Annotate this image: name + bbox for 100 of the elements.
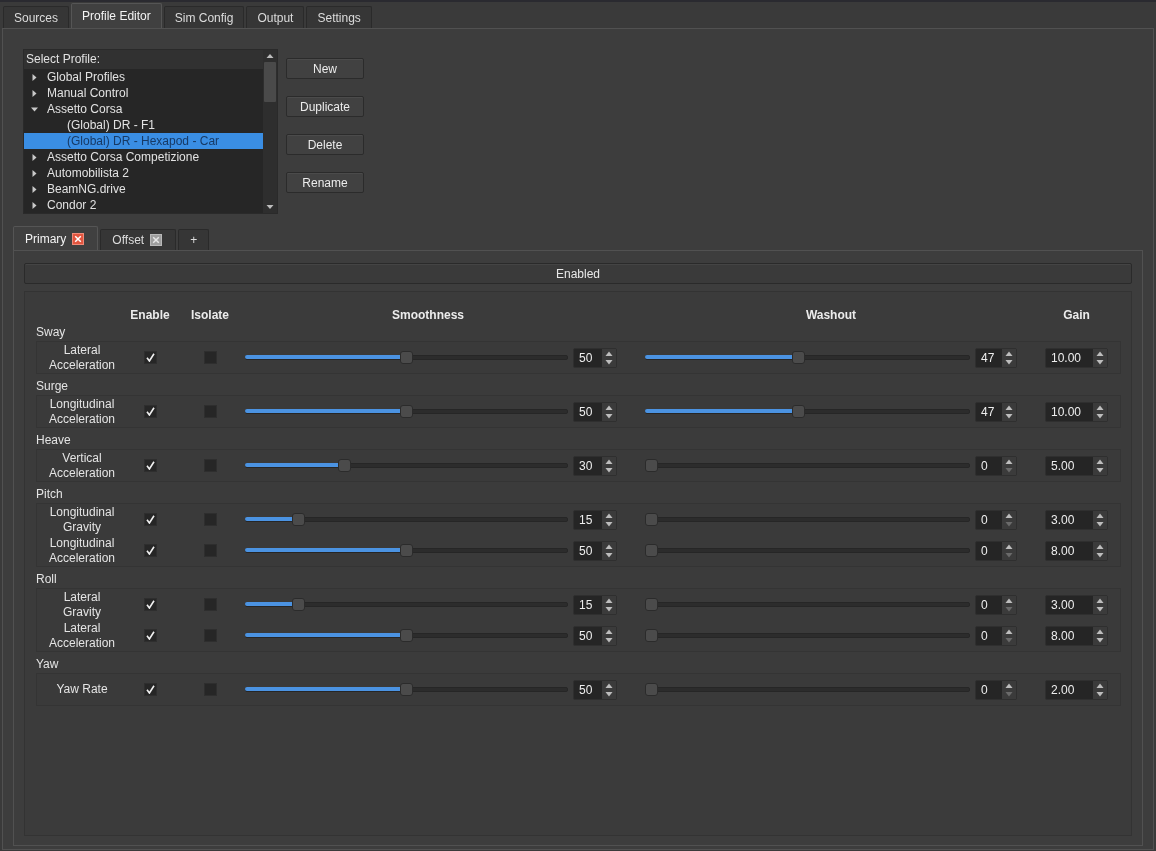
slider-handle[interactable]	[400, 544, 413, 557]
enable-checkbox[interactable]	[143, 598, 157, 611]
slider-track[interactable]	[245, 351, 568, 364]
tab[interactable]: Sim Config	[163, 6, 245, 28]
slider-handle[interactable]	[400, 351, 413, 364]
row-label: Lateral Acceleration	[47, 620, 116, 651]
spin-box[interactable]: 8.00	[1045, 540, 1108, 561]
new-button[interactable]: New	[286, 58, 364, 79]
tree-item[interactable]: Automobilista 2	[24, 165, 263, 181]
caret-right-icon[interactable]	[31, 169, 38, 177]
checkmark-icon	[145, 685, 155, 694]
tree-item[interactable]: BeamNG.drive	[24, 181, 263, 197]
slider-track[interactable]	[645, 351, 970, 364]
delete-button[interactable]: Delete	[286, 134, 364, 155]
caret-right-icon[interactable]	[31, 201, 38, 209]
spin-box[interactable]: 2.00	[1045, 679, 1108, 700]
caret-right-icon[interactable]	[31, 89, 38, 97]
caret-right-icon[interactable]	[31, 185, 38, 193]
tab[interactable]: Sources	[3, 6, 70, 28]
tree-item[interactable]: Global Profiles	[24, 69, 263, 85]
slider-handle[interactable]	[400, 405, 413, 418]
tree-item[interactable]: Condor 2	[24, 197, 263, 213]
enable-checkbox[interactable]	[143, 351, 157, 364]
slider-track[interactable]	[645, 513, 970, 526]
enable-checkbox[interactable]	[143, 544, 157, 557]
slider-handle[interactable]	[645, 544, 658, 557]
slider-handle[interactable]	[645, 629, 658, 642]
tab[interactable]: Profile Editor	[71, 3, 162, 28]
spin-box[interactable]: 3.00	[1045, 509, 1108, 530]
slider-track[interactable]	[645, 459, 970, 472]
slider-track[interactable]	[645, 544, 970, 557]
slider-track[interactable]	[245, 513, 568, 526]
slider-handle[interactable]	[400, 683, 413, 696]
spin-box[interactable]: 3.00	[1045, 594, 1108, 615]
spin-box[interactable]: 50	[573, 679, 617, 700]
spin-box[interactable]: 5.00	[1045, 455, 1108, 476]
tree-item[interactable]: Assetto Corsa Competizione	[24, 149, 263, 165]
spin-box[interactable]: 0	[975, 455, 1017, 476]
spin-box[interactable]: 0	[975, 509, 1017, 530]
spin-box[interactable]: 30	[573, 455, 617, 476]
spin-box[interactable]: 0	[975, 625, 1017, 646]
spin-box[interactable]: 50	[573, 625, 617, 646]
enable-checkbox[interactable]	[143, 459, 157, 472]
tab[interactable]: Settings	[306, 6, 372, 28]
slider-track[interactable]	[645, 629, 970, 642]
slider-handle[interactable]	[791, 351, 805, 364]
slider-track[interactable]	[245, 598, 568, 611]
spin-box[interactable]: 15	[573, 509, 617, 530]
close-icon[interactable]	[150, 234, 163, 246]
spin-box[interactable]: 0	[975, 540, 1017, 561]
spin-box[interactable]: 50	[573, 540, 617, 561]
add-tab-button[interactable]: +	[178, 229, 210, 250]
tab[interactable]: Primary	[13, 226, 99, 250]
spin-box[interactable]: 10.00	[1045, 401, 1108, 422]
slider-track[interactable]	[245, 544, 568, 557]
slider-track[interactable]	[245, 629, 568, 642]
caret-right-icon[interactable]	[31, 73, 38, 81]
enable-checkbox[interactable]	[143, 629, 157, 642]
enable-checkbox[interactable]	[143, 683, 157, 696]
slider-track[interactable]	[245, 459, 568, 472]
slider-handle[interactable]	[400, 629, 413, 642]
spin-box[interactable]: 47	[975, 401, 1017, 422]
spin-box[interactable]: 50	[573, 401, 617, 422]
spin-box[interactable]: 8.00	[1045, 625, 1108, 646]
spin-box[interactable]: 15	[573, 594, 617, 615]
caret-right-icon[interactable]	[31, 153, 38, 161]
slider-track[interactable]	[245, 405, 568, 418]
tree-item[interactable]: Assetto Corsa	[24, 101, 263, 117]
row-label: Longitudinal Acceleration	[47, 535, 116, 566]
slider-handle[interactable]	[645, 459, 658, 472]
slider-handle[interactable]	[645, 513, 658, 526]
rename-button[interactable]: Rename	[286, 172, 364, 193]
slider-handle[interactable]	[291, 598, 305, 611]
tab[interactable]: Output	[246, 6, 305, 28]
checkmark-icon	[145, 546, 155, 555]
duplicate-button[interactable]: Duplicate	[286, 96, 364, 117]
spin-box[interactable]: 50	[573, 347, 617, 368]
tree-item[interactable]: Manual Control	[24, 85, 263, 101]
tree-item[interactable]: (Global) DR - F1	[24, 117, 263, 133]
slider-handle[interactable]	[791, 405, 805, 418]
slider-track[interactable]	[645, 683, 970, 696]
spin-box[interactable]: 0	[975, 679, 1017, 700]
scrollbar[interactable]	[263, 50, 277, 213]
slider-handle[interactable]	[645, 598, 658, 611]
tab[interactable]: Offset	[100, 229, 177, 250]
slider-track[interactable]	[245, 683, 568, 696]
close-icon[interactable]	[72, 232, 85, 245]
slider-handle[interactable]	[338, 459, 351, 472]
enabled-toggle-button[interactable]: Enabled	[24, 263, 1132, 284]
spin-box[interactable]: 0	[975, 594, 1017, 615]
slider-handle[interactable]	[645, 683, 658, 696]
enable-checkbox[interactable]	[143, 513, 157, 526]
slider-handle[interactable]	[291, 513, 305, 526]
spin-box[interactable]: 47	[975, 347, 1017, 368]
caret-down-icon[interactable]	[31, 105, 38, 113]
slider-track[interactable]	[645, 405, 970, 418]
spin-box[interactable]: 10.00	[1045, 347, 1108, 368]
column-header: Gain	[1063, 308, 1090, 322]
enable-checkbox[interactable]	[143, 405, 157, 418]
slider-track[interactable]	[645, 598, 970, 611]
